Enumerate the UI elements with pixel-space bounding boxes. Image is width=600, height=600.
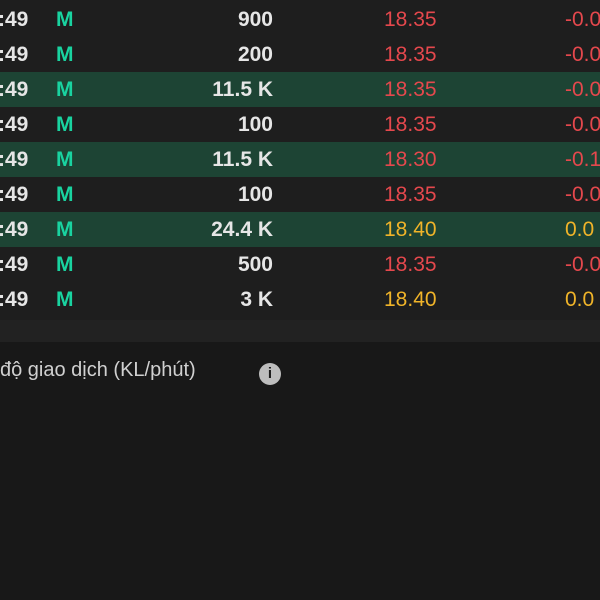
trade-volume: 900 xyxy=(237,8,273,31)
trade-time: :49 xyxy=(0,183,29,206)
trade-volume: 100 xyxy=(237,113,273,136)
trade-change: 0.0 xyxy=(565,218,595,241)
volume-chart xyxy=(0,342,600,600)
trade-time: :49 xyxy=(0,148,29,171)
trade-volume: 200 xyxy=(237,43,273,66)
trade-change: -0.0 xyxy=(565,8,600,31)
trade-row: :49 M 200 18.35 -0.0 xyxy=(0,37,600,72)
trade-price: 18.30 xyxy=(384,148,437,171)
trade-volume: 100 xyxy=(237,183,273,206)
trade-price: 18.35 xyxy=(384,78,437,101)
trade-side: M xyxy=(56,78,74,101)
trade-side: M xyxy=(56,288,74,311)
trade-price: 18.35 xyxy=(384,253,437,276)
trade-row: :49 M 100 18.35 -0.0 xyxy=(0,177,600,212)
trade-row: :49 M 900 18.35 -0.0 xyxy=(0,2,600,37)
trade-time: :49 xyxy=(0,253,29,276)
trade-time: :49 xyxy=(0,8,29,31)
trade-side: M xyxy=(56,113,74,136)
trade-price: 18.35 xyxy=(384,113,437,136)
trade-side: M xyxy=(56,253,74,276)
trade-side: M xyxy=(56,183,74,206)
trade-change: -0.1 xyxy=(565,148,600,171)
trade-time: :49 xyxy=(0,78,29,101)
trade-row: :49 M 100 18.35 -0.0 xyxy=(0,107,600,142)
trade-change: 0.0 xyxy=(565,288,595,311)
trade-volume: 3 K xyxy=(240,288,273,311)
trade-side: M xyxy=(56,148,74,171)
trade-change: -0.0 xyxy=(565,78,600,101)
trade-side: M xyxy=(56,218,74,241)
trade-volume: 11.5 K xyxy=(212,78,273,101)
section-divider xyxy=(0,320,600,342)
trade-change: -0.0 xyxy=(565,43,600,66)
trade-row: :49 M 11.5 K 18.35 -0.0 xyxy=(0,72,600,107)
trade-time: :49 xyxy=(0,113,29,136)
trade-time: :49 xyxy=(0,43,29,66)
trade-change: -0.0 xyxy=(565,113,600,136)
trade-price: 18.35 xyxy=(384,8,437,31)
trade-time: :49 xyxy=(0,288,29,311)
trade-volume: 500 xyxy=(237,253,273,276)
trade-time: :49 xyxy=(0,218,29,241)
trade-volume: 11.5 K xyxy=(212,148,273,171)
trade-row: :49 M 3 K 18.40 0.0 xyxy=(0,282,600,317)
trade-row: :49 M 24.4 K 18.40 0.0 xyxy=(0,212,600,247)
trade-change: -0.0 xyxy=(565,183,600,206)
trade-price: 18.35 xyxy=(384,43,437,66)
trade-row: :49 M 500 18.35 -0.0 xyxy=(0,247,600,282)
trade-side: M xyxy=(56,43,74,66)
trade-list: :49 M 900 18.35 -0.0 :49 M 200 18.35 -0.0 :49 M 11.5… xyxy=(0,0,600,320)
trade-price: 18.40 xyxy=(384,218,437,241)
trade-side: M xyxy=(56,8,74,31)
trade-change: -0.0 xyxy=(565,253,600,276)
trade-volume: 24.4 K xyxy=(211,218,273,241)
trade-price: 18.35 xyxy=(384,183,437,206)
trade-price: 18.40 xyxy=(384,288,437,311)
trade-row: :49 M 11.5 K 18.30 -0.1 xyxy=(0,142,600,177)
